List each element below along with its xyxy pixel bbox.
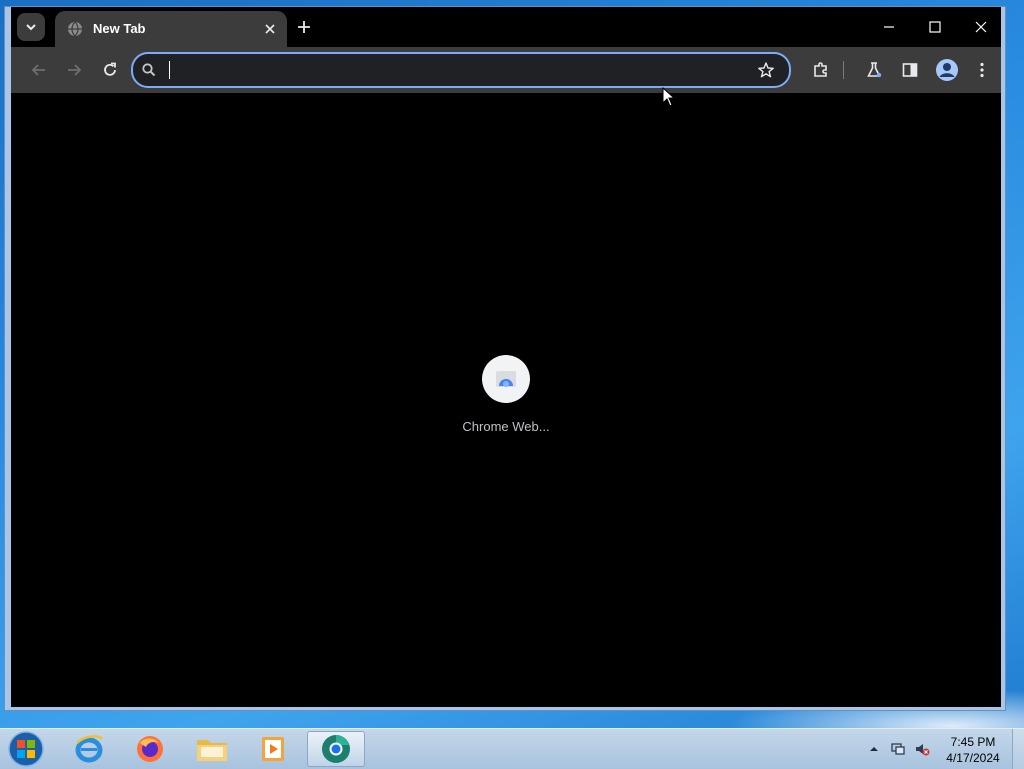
- tab-search-button[interactable]: [17, 13, 45, 41]
- globe-icon: [68, 21, 82, 37]
- browser-window: New Tab Chrome Web...: [4, 6, 1006, 711]
- extensions-icon[interactable]: [811, 60, 831, 80]
- close-icon[interactable]: [971, 17, 991, 37]
- taskbar-firefox[interactable]: [121, 731, 179, 767]
- clock-date: 4/17/2024: [946, 751, 1000, 765]
- internet-explorer-icon: [75, 735, 103, 763]
- address-bar[interactable]: [131, 52, 791, 88]
- chevron-down-icon: [26, 24, 36, 31]
- profile-icon[interactable]: [935, 58, 959, 82]
- firefox-icon: [137, 736, 163, 762]
- show-hidden-icons-icon[interactable]: [866, 741, 882, 757]
- tab-new-tab[interactable]: New Tab: [55, 11, 287, 47]
- forward-arrow-icon[interactable]: [64, 60, 84, 80]
- reload-icon[interactable]: [100, 60, 120, 80]
- labs-flask-icon[interactable]: [864, 60, 884, 80]
- tab-close-icon[interactable]: [261, 20, 279, 38]
- search-icon: [142, 63, 156, 77]
- media-player-icon: [262, 737, 284, 761]
- file-explorer-icon: [197, 740, 227, 761]
- taskbar-chrome-beta[interactable]: [307, 731, 365, 767]
- clock-time: 7:45 PM: [950, 735, 996, 749]
- volume-muted-icon[interactable]: [914, 741, 930, 757]
- tab-title: New Tab: [93, 21, 146, 36]
- mouse-cursor-icon: [662, 87, 676, 107]
- browser-frame: New Tab Chrome Web...: [11, 7, 1001, 707]
- shortcut-label: Chrome Web...: [462, 419, 550, 434]
- browser-toolbar: [11, 47, 1001, 93]
- taskbar-media-player[interactable]: [244, 731, 302, 767]
- chrome-web-store-icon: [496, 371, 516, 387]
- side-panel-icon[interactable]: [900, 60, 920, 80]
- new-tab-page: Chrome Web...: [11, 93, 1001, 707]
- taskbar-internet-explorer[interactable]: [60, 731, 118, 767]
- chrome-beta-icon: [322, 735, 350, 763]
- taskbar-clock[interactable]: 7:45 PM 4/17/2024: [940, 734, 1006, 766]
- shortcut-tile[interactable]: Chrome Web...: [451, 355, 561, 445]
- back-arrow-icon[interactable]: [29, 60, 49, 80]
- taskbar-file-explorer[interactable]: [183, 731, 241, 767]
- maximize-icon[interactable]: [925, 17, 945, 37]
- star-icon[interactable]: [757, 61, 775, 79]
- toolbar-divider: [843, 61, 844, 79]
- network-icon[interactable]: [890, 741, 906, 757]
- minimize-icon[interactable]: [879, 17, 899, 37]
- start-button-icon[interactable]: [6, 730, 46, 768]
- new-tab-plus-icon[interactable]: [295, 18, 313, 36]
- more-menu-icon[interactable]: [972, 60, 992, 80]
- show-desktop-button[interactable]: [1012, 729, 1024, 769]
- tab-strip: New Tab: [11, 7, 1001, 47]
- taskbar: 7:45 PM 4/17/2024: [0, 728, 1024, 769]
- shortcut-icon-circle: [482, 355, 530, 403]
- text-caret: [169, 61, 170, 79]
- address-input[interactable]: [167, 58, 751, 84]
